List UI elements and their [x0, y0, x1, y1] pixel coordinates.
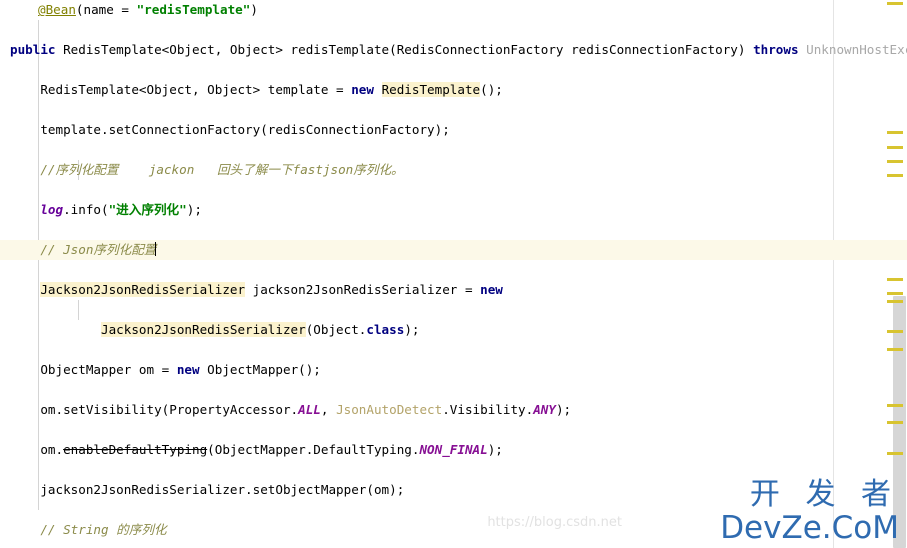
code-line[interactable]: Jackson2JsonRedisSerializer(Object.class… — [0, 320, 907, 340]
comment: // Json序列化配置 — [40, 242, 157, 257]
constant-all: ALL — [298, 402, 321, 417]
code-line[interactable]: Jackson2JsonRedisSerializer jackson2Json… — [0, 280, 907, 300]
code-surface[interactable]: @Bean(name = "redisTemplate") public Red… — [0, 0, 907, 548]
change-marker[interactable] — [887, 131, 903, 134]
code-line-current[interactable]: // Json序列化配置 — [0, 240, 907, 260]
change-marker[interactable] — [887, 404, 903, 407]
code-line[interactable]: // String 的序列化 — [0, 520, 907, 540]
text-caret — [155, 242, 157, 256]
code-line[interactable]: om.enableDefaultTyping(ObjectMapper.Defa… — [0, 440, 907, 460]
code-line[interactable]: log.info("进入序列化"); — [0, 200, 907, 220]
change-marker[interactable] — [887, 2, 903, 5]
code-line[interactable]: RedisTemplate<Object, Object> template =… — [0, 80, 907, 100]
log-field: log — [40, 202, 64, 217]
code-line[interactable]: ObjectMapper om = new ObjectMapper(); — [0, 360, 907, 380]
highlighted-symbol: Jackson2JsonRedisSerializer — [101, 322, 306, 337]
code-line[interactable]: public RedisTemplate<Object, Object> red… — [0, 40, 907, 60]
highlighted-symbol: Jackson2JsonRedisSerializer — [40, 282, 246, 297]
type-json-auto-detect: JsonAutoDetect — [336, 402, 443, 417]
change-marker[interactable] — [887, 174, 903, 177]
change-marker[interactable] — [887, 300, 903, 303]
change-marker[interactable] — [887, 292, 903, 295]
change-marker[interactable] — [887, 278, 903, 281]
code-line[interactable]: om.setVisibility(PropertyAccessor.ALL, J… — [0, 400, 907, 420]
code-line[interactable]: //序列化配置 jackon 回头了解一下fastjson序列化。 — [0, 160, 907, 180]
marker-gutter[interactable] — [885, 0, 907, 548]
code-editor[interactable]: @Bean(name = "redisTemplate") public Red… — [0, 0, 907, 548]
change-marker[interactable] — [887, 348, 903, 351]
constant-any: ANY — [533, 402, 556, 417]
highlighted-symbol: RedisTemplate — [381, 82, 481, 97]
code-line[interactable]: template.setConnectionFactory(redisConne… — [0, 120, 907, 140]
change-marker[interactable] — [887, 146, 903, 149]
annotation-bean: @Bean — [38, 2, 76, 17]
code-line[interactable]: jackson2JsonRedisSerializer.setObjectMap… — [0, 480, 907, 500]
constant-non-final: NON_FINAL — [419, 442, 488, 457]
comment: //序列化配置 jackon 回头了解一下fastjson序列化。 — [40, 162, 404, 177]
string-literal: "redisTemplate" — [136, 2, 251, 17]
change-marker[interactable] — [887, 330, 903, 333]
string-literal: "进入序列化" — [108, 202, 187, 217]
code-line[interactable]: @Bean(name = "redisTemplate") — [0, 0, 907, 20]
indent-guide-level-3-b — [78, 300, 79, 320]
watermark-url: https://blog.csdn.net — [487, 515, 622, 530]
deprecated-method: enableDefaultTyping — [63, 442, 208, 457]
change-marker[interactable] — [887, 421, 903, 424]
change-marker[interactable] — [887, 160, 903, 163]
change-marker[interactable] — [887, 452, 903, 455]
comment: // String 的序列化 — [40, 522, 167, 537]
